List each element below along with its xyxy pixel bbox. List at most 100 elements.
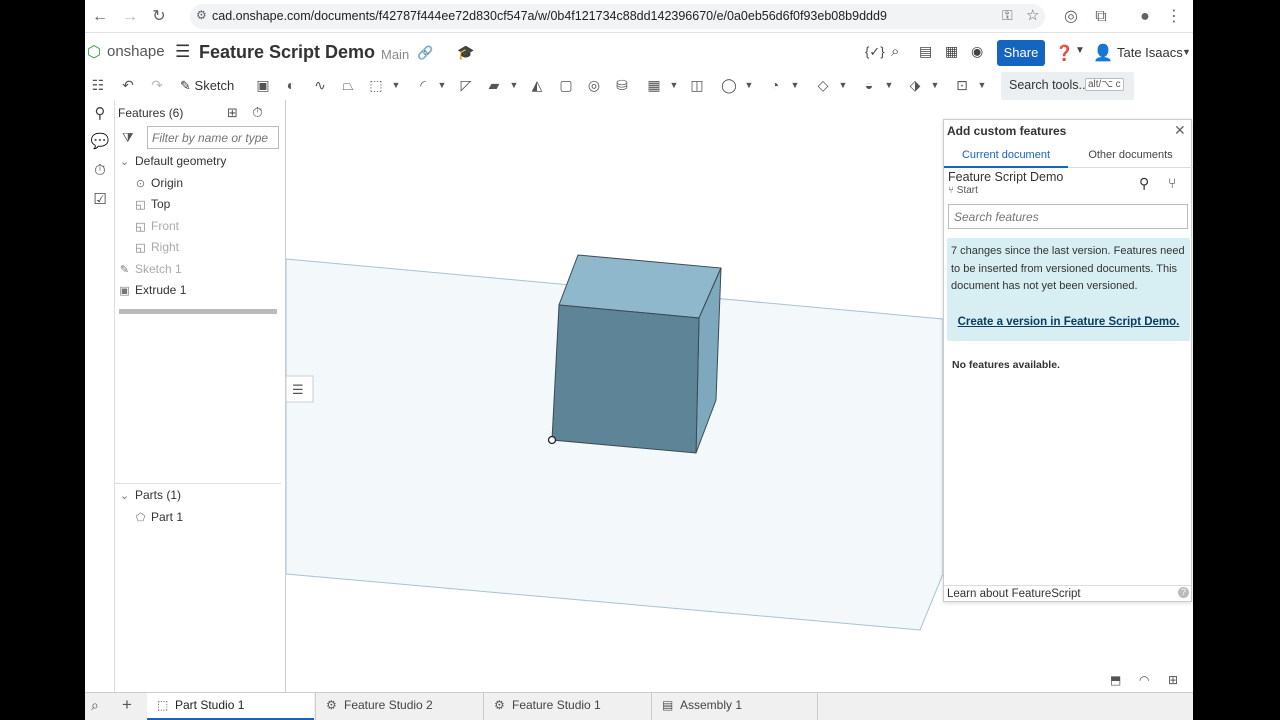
sheet-metal-icon[interactable]: ⬗	[906, 76, 924, 94]
loft-icon[interactable]: ⏢	[339, 76, 357, 94]
notes-icon[interactable]: ▤	[919, 43, 932, 60]
branch-name[interactable]: Main	[381, 47, 409, 62]
fillet-icon[interactable]: ◜	[414, 76, 432, 94]
sketch-button[interactable]: ✎ Sketch	[180, 74, 234, 98]
thicken-dropdown-icon[interactable]: ▼	[387, 76, 405, 94]
key-icon[interactable]: ⚿	[1002, 7, 1013, 24]
extrude-icon[interactable]: ▣	[254, 76, 272, 94]
tree-front-plane[interactable]: ◱ Front	[134, 219, 179, 233]
sheet-metal-dropdown-icon[interactable]: ▼	[926, 76, 944, 94]
tree-top-plane[interactable]: ◱ Top	[134, 197, 170, 211]
tab-feature-studio-2[interactable]: ⚙ Feature Studio 2	[315, 693, 482, 720]
search-icon[interactable]: ⌕	[891, 43, 899, 60]
extension-icon[interactable]: ◎	[1060, 6, 1082, 28]
rollback-timer-icon[interactable]: ⏱	[252, 104, 263, 121]
forward-icon[interactable]: →	[119, 6, 141, 28]
user-menu-chevron-icon[interactable]: ▼	[1182, 47, 1191, 57]
feature-list-toggle-icon[interactable]: ☷	[89, 76, 107, 94]
tree-default-geometry[interactable]: ⌄ Default geometry	[118, 154, 227, 168]
comments-icon[interactable]: 💬	[89, 131, 111, 153]
cylinder-icon[interactable]: ⛁	[613, 76, 631, 94]
search-features-input[interactable]	[948, 204, 1188, 229]
close-icon[interactable]: ✕	[1174, 122, 1186, 139]
help-icon[interactable]: ?	[1178, 587, 1189, 598]
insert-version-icon[interactable]: ⚲	[1139, 175, 1149, 192]
tree-part1[interactable]: ⬠ Part 1	[134, 510, 183, 524]
tab-part-studio-1[interactable]: ⬚ Part Studio 1	[147, 693, 314, 720]
tab-feature-studio-1[interactable]: ⚙ Feature Studio 1	[483, 693, 650, 720]
user-name[interactable]: Tate Isaacs	[1117, 45, 1183, 60]
chamfer-icon[interactable]: ◸	[457, 76, 475, 94]
custom-feature-dropdown-icon[interactable]: ▼	[973, 76, 991, 94]
tree-origin[interactable]: ⊙ Origin	[134, 176, 183, 190]
branch-select-icon[interactable]: ⑂	[1168, 175, 1176, 191]
tab-current-document[interactable]: Current document	[944, 146, 1068, 168]
site-info-icon[interactable]: ⚙	[196, 8, 207, 22]
browser-menu-icon[interactable]: ⋮	[1163, 6, 1185, 28]
surface-icon[interactable]: ◒	[860, 76, 878, 94]
mirror-icon[interactable]: ◫	[688, 76, 706, 94]
create-version-link[interactable]: Create a version in Feature Script Demo.	[947, 316, 1190, 328]
custom-feature-icon[interactable]: ⊡	[953, 76, 971, 94]
view-search-icon[interactable]: ⌕	[91, 697, 99, 714]
plane-dropdown-icon[interactable]: ▼	[834, 76, 852, 94]
boolean-icon[interactable]: ◯	[720, 76, 738, 94]
split-dropdown-icon[interactable]: ▼	[786, 76, 804, 94]
surface-dropdown-icon[interactable]: ▼	[880, 76, 898, 94]
rollback-bar[interactable]	[119, 309, 277, 314]
fillet-dropdown-icon[interactable]: ▼	[433, 76, 451, 94]
help-dropdown-chevron-icon[interactable]: ▼	[1075, 45, 1085, 56]
filter-input[interactable]	[147, 126, 279, 149]
undo-icon[interactable]: ↶	[119, 76, 137, 94]
user-avatar-icon[interactable]: 👤	[1093, 43, 1113, 63]
sweep-icon[interactable]: ∿	[311, 76, 329, 94]
filter-icon[interactable]: ⧩	[122, 130, 134, 146]
tab-assembly-1[interactable]: ▤ Assembly 1	[651, 693, 818, 720]
draft-dropdown-icon[interactable]: ▼	[505, 76, 523, 94]
redo-icon[interactable]: ↷	[148, 76, 166, 94]
revolve-icon[interactable]: ◐	[282, 76, 300, 94]
split-icon[interactable]: ◔	[766, 76, 784, 94]
hamburger-menu-icon[interactable]: ☰	[175, 42, 190, 62]
profile-avatar-icon[interactable]: ●	[1134, 6, 1156, 28]
chevron-down-icon[interactable]: ⌄	[118, 155, 131, 168]
versions-icon[interactable]: ⚲	[89, 103, 111, 125]
learn-featurescript-link[interactable]: Learn about FeatureScript	[947, 588, 1081, 600]
tree-right-plane[interactable]: ◱ Right	[134, 240, 179, 254]
help-icon[interactable]: ❓	[1055, 44, 1074, 62]
pattern-dropdown-icon[interactable]: ▼	[665, 76, 683, 94]
tab-other-documents[interactable]: Other documents	[1068, 146, 1193, 168]
thicken-icon[interactable]: ⬚	[367, 76, 385, 94]
variables-icon[interactable]: ☑	[89, 189, 111, 211]
add-tab-icon[interactable]: +	[122, 695, 132, 715]
back-icon[interactable]: ←	[89, 6, 111, 28]
bookmark-star-icon[interactable]: ☆	[1026, 6, 1039, 24]
address-bar[interactable]: ⚙ cad.onshape.com/documents/f42787f444ee…	[190, 4, 1045, 29]
globe-icon[interactable]: ◉	[971, 43, 983, 60]
plane-icon[interactable]: ◇	[814, 76, 832, 94]
origin-marker[interactable]	[547, 435, 557, 445]
add-folder-icon[interactable]: ⊞	[227, 105, 238, 121]
cube-front-face[interactable]	[551, 304, 700, 454]
tree-label: Front	[151, 219, 180, 233]
tree-sketch1[interactable]: ✎ Sketch 1	[118, 262, 182, 276]
link-icon[interactable]: 🔗	[417, 45, 433, 61]
app-store-icon[interactable]: ▦	[945, 43, 958, 60]
history-icon[interactable]: ⏱	[89, 160, 111, 182]
puzzle-icon[interactable]: ⧉	[1090, 6, 1112, 28]
search-tools-button[interactable]: Search tools... alt/⌥ c	[1001, 72, 1134, 100]
draft-icon[interactable]: ▰	[485, 76, 503, 94]
featurescript-icon[interactable]: {✓}	[865, 44, 885, 60]
shell-icon[interactable]: ▢	[557, 76, 575, 94]
share-button[interactable]: Share	[997, 40, 1045, 66]
pattern-icon[interactable]: ▦	[645, 76, 663, 94]
reload-icon[interactable]: ↻	[148, 6, 170, 28]
rib-icon[interactable]: ◭	[528, 76, 546, 94]
chevron-down-icon[interactable]: ⌄	[118, 489, 131, 502]
tree-parts[interactable]: ⌄ Parts (1)	[118, 488, 181, 502]
learning-center-icon[interactable]: 🎓	[457, 44, 474, 61]
hole-icon[interactable]: ◎	[585, 76, 603, 94]
document-title[interactable]: Feature Script Demo	[199, 42, 375, 63]
tree-extrude1[interactable]: ▣ Extrude 1	[118, 283, 186, 297]
boolean-dropdown-icon[interactable]: ▼	[740, 76, 758, 94]
